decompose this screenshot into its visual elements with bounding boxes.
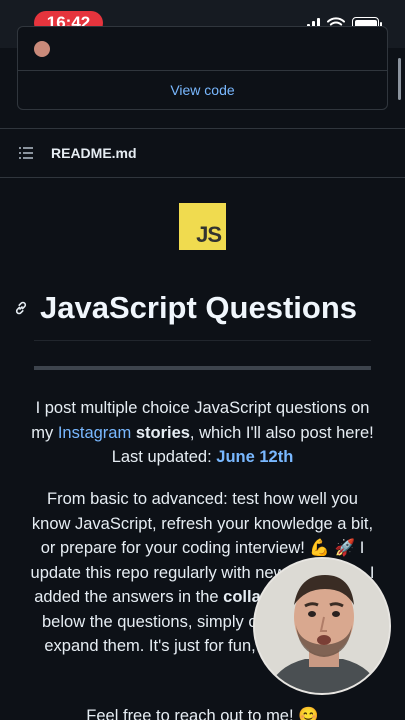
js-logo: JS — [179, 203, 226, 250]
repo-card: View code — [17, 26, 388, 110]
intro-paragraph: I post multiple choice JavaScript questi… — [30, 396, 375, 470]
stories-bold: stories — [135, 423, 190, 442]
horizontal-rule — [34, 366, 371, 370]
title-divider — [34, 340, 371, 341]
last-updated-link[interactable]: June 12th — [216, 448, 293, 466]
contact-paragraph: Feel free to reach out to me! 😊 — [86, 707, 319, 720]
instagram-link[interactable]: Instagram — [58, 424, 131, 442]
js-logo-text: JS — [196, 222, 222, 247]
anchor-link-icon[interactable] — [13, 300, 29, 316]
video-overlay-bubble[interactable] — [253, 557, 391, 695]
card-top-row — [18, 27, 387, 71]
readme-file-name: README.md — [51, 145, 137, 161]
view-code-button[interactable]: View code — [18, 71, 387, 109]
list-icon[interactable] — [19, 147, 33, 159]
readme-title: JavaScript Questions — [40, 290, 358, 325]
person-face-image — [255, 559, 389, 693]
readme-header: README.md — [0, 128, 405, 178]
avatar — [34, 41, 50, 57]
scrollbar[interactable] — [398, 58, 401, 100]
